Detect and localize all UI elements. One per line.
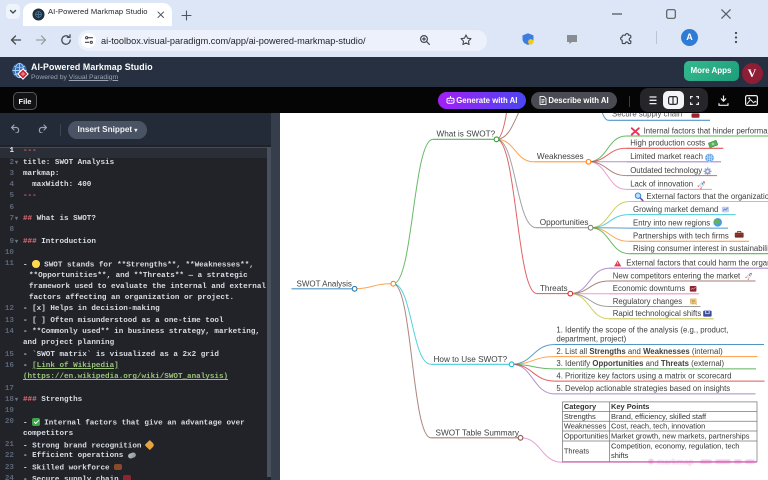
svg-text:Rising consumer interest in su: Rising consumer interest in sustainabili…	[633, 244, 768, 253]
svg-text:Limited market reach: Limited market reach	[630, 152, 703, 161]
svg-text:Secure supply chain: Secure supply chain	[612, 113, 682, 118]
svg-text:Threats: Threats	[564, 447, 589, 456]
svg-text:Brand, efficiency, skilled sta: Brand, efficiency, skilled staff	[611, 412, 707, 421]
svg-text:Category: Category	[564, 402, 597, 411]
svg-text:Lack of innovation: Lack of innovation	[630, 180, 693, 189]
svg-text:3. Identify Opportunities and: 3. Identify Opportunities and Threats (e…	[556, 359, 724, 368]
svg-text:Regulatory changes: Regulatory changes	[613, 297, 682, 306]
svg-text:department, project): department, project)	[556, 335, 626, 344]
svg-text:markmap: markmap	[657, 458, 693, 467]
svg-text:Threats: Threats	[540, 284, 568, 293]
svg-text:Strengths: Strengths	[564, 412, 596, 421]
svg-text:Key Points: Key Points	[611, 402, 649, 411]
svg-text:Weaknesses: Weaknesses	[564, 422, 607, 431]
svg-text:Opportunities: Opportunities	[564, 431, 609, 440]
svg-text:Market growth, new markets, pa: Market growth, new markets, partnerships	[611, 431, 750, 440]
svg-text:High production costs: High production costs	[630, 139, 705, 148]
svg-text:SWOT Table Summary: SWOT Table Summary	[436, 428, 520, 437]
svg-text:Entry into new regions: Entry into new regions	[633, 218, 710, 227]
svg-text:1. Identify the scope of the a: 1. Identify the scope of the analysis (e…	[556, 326, 728, 335]
svg-text:External factors that the orga: External factors that the organization c…	[646, 192, 768, 201]
svg-text:Rapid technological shifts: Rapid technological shifts	[613, 309, 702, 318]
svg-text:New competitors entering the m: New competitors entering the market	[613, 271, 741, 280]
svg-text:Growing market demand: Growing market demand	[633, 205, 718, 214]
svg-text:Outdated technology: Outdated technology	[630, 166, 702, 175]
svg-text:Partnerships with tech firms: Partnerships with tech firms	[633, 232, 729, 241]
svg-text:5. Develop actionable strategi: 5. Develop actionable strategies based o…	[556, 384, 730, 393]
svg-text:Internal factors that hinder p: Internal factors that hinder performance	[644, 126, 768, 135]
svg-text:What is SWOT?: What is SWOT?	[437, 130, 496, 139]
svg-text:Weaknesses: Weaknesses	[537, 152, 584, 161]
svg-text:External factors that could ha: External factors that could harm the org…	[626, 259, 768, 268]
svg-text:SWOT Analysis: SWOT Analysis	[297, 279, 352, 288]
svg-text:How to Use SWOT?: How to Use SWOT?	[434, 355, 508, 364]
svg-text:Opportunities: Opportunities	[540, 218, 589, 227]
svg-text:Competition, economy, regulati: Competition, economy, regulation, tech	[611, 442, 739, 451]
svg-text:shifts: shifts	[611, 451, 629, 460]
svg-text:Cost, reach, tech, innovation: Cost, reach, tech, innovation	[611, 422, 705, 431]
svg-text:4. Prioritize key factors usin: 4. Prioritize key factors using a matrix…	[556, 371, 731, 380]
svg-text:2. List all Strengths and Weak: 2. List all Strengths and Weaknesses (in…	[556, 347, 723, 356]
svg-text:Economic downturns: Economic downturns	[613, 284, 685, 293]
